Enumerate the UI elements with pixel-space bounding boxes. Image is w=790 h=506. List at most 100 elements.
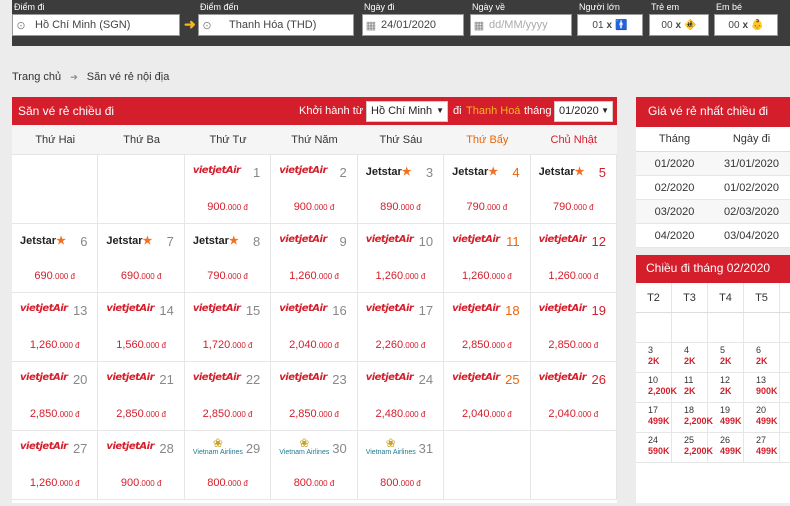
mini-day-cell[interactable]: 27 499K (744, 433, 780, 463)
mini-day-cell[interactable]: 3 2K (636, 343, 672, 373)
calendar-day-cell[interactable]: vietjetAir 26 2,040.000 đ (530, 362, 617, 431)
calendar-day-cell[interactable]: vietjetAir 12 1,260.000 đ (530, 224, 617, 293)
vietjet-logo: vietjetAir (20, 372, 68, 383)
calendar-day-cell[interactable]: vietjetAir 25 2,040.000 đ (444, 362, 531, 431)
cheapest-day: 03/04/2020 (723, 230, 780, 242)
calendar-day-cell[interactable]: vietjetAir 14 1,560.000 đ (98, 293, 185, 362)
mini-day-cell[interactable]: 18 2,200K (672, 403, 713, 433)
from-input[interactable]: ⊙ Hồ Chí Minh (SGN) (12, 14, 180, 36)
calendar-day-cell[interactable]: Jetstar★ 8 790.000 đ (184, 224, 272, 293)
fare-amount: 900 (293, 201, 313, 213)
mini-day-cell[interactable]: 17 499K (636, 403, 672, 433)
mini-day-price: 2K (756, 356, 768, 366)
return-input[interactable]: ▦ dd/MM/yyyy (470, 14, 572, 36)
mini-day-cell[interactable]: 4 2K (672, 343, 708, 373)
day-number: 13 (72, 303, 88, 318)
calendar-day-cell[interactable]: Jetstar★ 5 790.000 đ (530, 155, 617, 224)
depart-from-select[interactable]: Hồ Chí Minh ▼ (366, 101, 448, 122)
fare-price: 2,850.000 đ (12, 408, 97, 420)
jetstar-logo: Jetstar★ (193, 234, 239, 247)
vietjet-logo: vietjetAir (365, 303, 414, 314)
mini-day-cell[interactable]: 25 2,200K (672, 433, 713, 463)
calendar-day-cell[interactable]: Jetstar★ 3 890.000 đ (357, 155, 445, 224)
cheapest-row[interactable]: 01/2020 31/01/2020 (636, 152, 790, 176)
calendar-day-cell[interactable]: ❀ Vietnam Airlines 30 800.000 đ (271, 431, 358, 500)
calendar-day-cell[interactable]: vietjetAir 17 2,260.000 đ (357, 293, 445, 362)
mini-empty-cell (672, 313, 708, 343)
depart-input[interactable]: ▦ 24/01/2020 (362, 14, 464, 36)
calendar-day-cell[interactable]: vietjetAir 21 2,850.000 đ (98, 362, 185, 431)
calendar-day-cell[interactable]: vietjetAir 24 2,480.000 đ (357, 362, 445, 431)
day-number: 23 (332, 372, 347, 387)
child-select[interactable]: 00 x 🚸 (649, 14, 709, 36)
infant-select[interactable]: 00 x 👶 (714, 14, 778, 36)
times-icon: x (675, 19, 682, 31)
mini-day-cell[interactable]: 10 2,200K (636, 373, 677, 403)
day-number: 12 (591, 234, 606, 249)
mini-empty-cell (780, 313, 790, 343)
jetstar-logo-text: Jetstar (20, 235, 57, 247)
mini-day-number: 3 (648, 345, 654, 355)
mini-day-cell[interactable]: 5 2K (708, 343, 744, 373)
mini-day-cell[interactable]: 20 499K (744, 403, 780, 433)
cheapest-row[interactable]: 02/2020 01/02/2020 (636, 176, 790, 200)
calendar-day-cell[interactable]: Jetstar★ 4 790.000 đ (444, 155, 531, 224)
fare-unit: .000 đ (139, 272, 162, 281)
mini-day-number: 11 (684, 375, 694, 385)
to-input[interactable]: ⊙ Thanh Hóa (THD) (198, 14, 354, 36)
star-icon: ★ (142, 235, 153, 247)
calendar-empty-cell (12, 155, 99, 224)
fare-price: 790.000 đ (185, 270, 270, 282)
vietjet-logo: vietjetAir (20, 303, 68, 314)
calendar-day-cell[interactable]: vietjetAir 20 2,850.000 đ (12, 362, 99, 431)
mini-day-cell[interactable]: 19 499K (708, 403, 744, 433)
mini-day-number: 12 (720, 375, 731, 385)
cheapest-header: Tháng Ngày đi (636, 127, 790, 152)
to-label: Điểm đến (200, 2, 239, 12)
fare-unit: .000 đ (403, 341, 426, 350)
mini-day-price: 2K (684, 356, 696, 366)
calendar-day-cell[interactable]: vietjetAir 15 1,720.000 đ (184, 293, 272, 362)
calendar-day-cell[interactable]: vietjetAir 11 1,260.000 đ (444, 224, 531, 293)
calendar-day-cell[interactable]: vietjetAir 16 2,040.000 đ (271, 293, 358, 362)
calendar-day-cell[interactable]: vietjetAir 1 900.000 đ (184, 155, 272, 224)
calendar-day-cell[interactable]: vietjetAir 9 1,260.000 đ (271, 224, 358, 293)
mini-day-cell[interactable]: 11 2K (672, 373, 708, 403)
fare-amount: 2,850 (289, 408, 317, 420)
calendar-day-cell[interactable]: vietjetAir 28 900.000 đ (98, 431, 185, 500)
vietjet-logo: vietjetAir (365, 234, 414, 245)
jetstar-logo-text: Jetstar (538, 166, 575, 178)
weekday-label: Thứ Hai (35, 134, 76, 146)
arrow-right-icon: ➜ (184, 16, 196, 32)
mini-day-cell[interactable]: 12 2K (708, 373, 744, 403)
breadcrumb-home[interactable]: Trang chủ (12, 71, 61, 83)
calendar-day-cell[interactable]: vietjetAir 22 2,850.000 đ (184, 362, 272, 431)
calendar-day-cell[interactable]: vietjetAir 10 1,260.000 đ (357, 224, 445, 293)
mini-day-cell[interactable]: 26 499K (708, 433, 744, 463)
calendar-day-cell[interactable]: vietjetAir 2 900.000 đ (271, 155, 358, 224)
star-icon: ★ (401, 166, 412, 178)
fare-amount: 2,040 (548, 408, 576, 420)
calendar-day-cell[interactable]: ❀ Vietnam Airlines 31 800.000 đ (357, 431, 445, 500)
calendar-day-cell[interactable]: vietjetAir 18 2,850.000 đ (444, 293, 531, 362)
breadcrumb: Trang chủ ➔ Săn vé rẻ nội địa (12, 71, 169, 83)
jetstar-logo-text: Jetstar (365, 166, 402, 178)
calendar-day-cell[interactable]: vietjetAir 19 2,850.000 đ (530, 293, 617, 362)
day-number: 1 (253, 165, 261, 180)
calendar-day-cell[interactable]: vietjetAir 23 2,850.000 đ (271, 362, 358, 431)
calendar-day-cell[interactable]: vietjetAir 13 1,260.000 đ (12, 293, 99, 362)
calendar-day-cell[interactable]: vietjetAir 27 1,260.000 đ (12, 431, 99, 500)
mini-day-cell[interactable]: 24 590K (636, 433, 672, 463)
mini-day-cell[interactable]: 6 2K (744, 343, 780, 373)
calendar-day-cell[interactable]: Jetstar★ 7 690.000 đ (98, 224, 185, 293)
mini-day-cell[interactable]: 13 900K (744, 373, 780, 403)
mini-day-price: 499K (720, 416, 742, 426)
cheapest-row[interactable]: 03/2020 02/03/2020 (636, 200, 790, 224)
mini-empty-cell (744, 313, 780, 343)
month-select[interactable]: 01/2020 ▼ (554, 101, 613, 122)
calendar-day-cell[interactable]: Jetstar★ 6 690.000 đ (12, 224, 99, 293)
calendar-day-cell[interactable]: ❀ Vietnam Airlines 29 800.000 đ (184, 431, 272, 500)
mini-day-number: 27 (756, 435, 767, 445)
adult-select[interactable]: 01 x 🚹 (577, 14, 643, 36)
cheapest-row[interactable]: 04/2020 03/04/2020 (636, 224, 790, 248)
